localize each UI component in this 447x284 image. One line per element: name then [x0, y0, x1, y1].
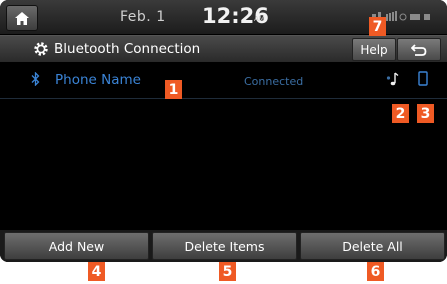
device-list-item[interactable]: Phone Name Connected — [0, 62, 447, 99]
home-icon — [15, 11, 29, 25]
home-button[interactable] — [6, 5, 38, 31]
add-new-button[interactable]: Add New — [4, 232, 149, 260]
gear-icon — [34, 42, 48, 56]
callout-badge-2: 2 — [392, 104, 409, 123]
music-icon[interactable] — [386, 71, 402, 87]
device-name: Phone Name — [55, 72, 141, 88]
callout-badge-4: 4 — [88, 262, 105, 281]
delete-items-button[interactable]: Delete Items — [152, 232, 297, 260]
callout-badge-1: 1 — [165, 80, 182, 99]
head-unit-screen: Feb. 1 12:26 AM Bluetooth Connection Hel… — [0, 0, 447, 262]
bluetooth-icon — [31, 72, 40, 86]
callout-badge-6: 6 — [367, 262, 384, 281]
callout-badge-3: 3 — [417, 104, 434, 123]
callout-badge-7: 7 — [369, 17, 386, 36]
page-title: Bluetooth Connection — [54, 41, 201, 57]
help-button[interactable]: Help — [352, 38, 396, 61]
title-bar: Bluetooth Connection Help — [0, 35, 447, 63]
connection-status: Connected — [244, 75, 304, 88]
date-label: Feb. 1 — [120, 9, 166, 25]
back-icon — [411, 43, 427, 56]
phone-icon[interactable] — [418, 71, 428, 86]
bottom-button-bar: Add New Delete Items Delete All — [0, 230, 447, 262]
callout-badge-5: 5 — [219, 262, 236, 281]
clock-ampm: AM — [254, 15, 265, 23]
back-button[interactable] — [397, 38, 441, 61]
delete-all-button[interactable]: Delete All — [300, 232, 445, 260]
